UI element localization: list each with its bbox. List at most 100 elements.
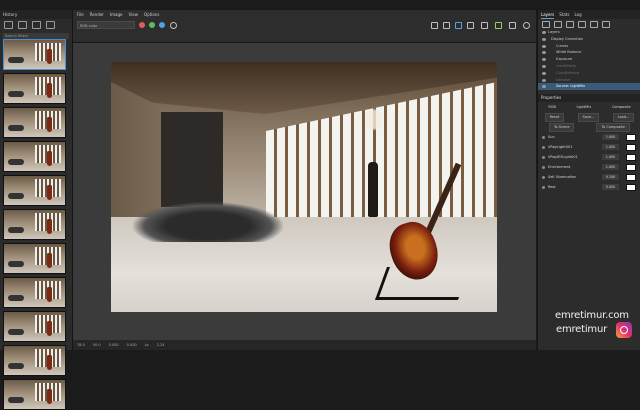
color-swatch[interactable] <box>626 143 636 151</box>
save-icon[interactable] <box>4 21 13 29</box>
reset-button[interactable]: Reset <box>544 112 565 122</box>
load-icon[interactable] <box>32 21 41 29</box>
light-label: Rest <box>548 185 556 190</box>
menu-file[interactable]: File <box>77 10 84 19</box>
save-button[interactable]: Save... <box>577 112 600 122</box>
history-thumbnail[interactable] <box>3 379 66 410</box>
color-swatch[interactable] <box>626 183 636 191</box>
radio-composite[interactable]: Composite <box>612 105 631 109</box>
tab-layers[interactable]: Layers <box>541 10 555 19</box>
layer-icon[interactable] <box>554 20 562 28</box>
layer-label: Display Correction <box>551 36 584 41</box>
to-composite-button[interactable]: To Composite <box>596 122 630 132</box>
history-thumbnail[interactable] <box>3 175 66 206</box>
track-mouse-icon[interactable] <box>455 22 462 29</box>
interactive-render-icon[interactable] <box>495 22 502 29</box>
person-silhouette <box>368 162 378 217</box>
history-title: History <box>0 10 72 19</box>
to-scene-button[interactable]: To Scene <box>549 122 575 132</box>
toggle-icon[interactable] <box>542 165 545 169</box>
menu-image[interactable]: Image <box>110 10 123 19</box>
light-value-input[interactable]: 1.000 <box>602 134 619 141</box>
eye-icon[interactable] <box>542 44 546 48</box>
eye-icon[interactable] <box>542 58 546 62</box>
layer-item[interactable]: LensEffects <box>538 63 640 70</box>
menu-view[interactable]: View <box>128 10 138 19</box>
layer-item[interactable]: ColorBalance <box>538 70 640 77</box>
layer-item[interactable]: Source: LightMix <box>538 83 640 91</box>
history-thumbnail[interactable] <box>3 39 66 70</box>
panel-tabs: Layers Stats Log <box>538 10 640 19</box>
layers-panel: Layers Stats Log Layers Display Correctio… <box>537 10 640 350</box>
clear-icon[interactable] <box>46 21 55 29</box>
mode-radio-group: RGB LightMix Composite <box>538 102 640 112</box>
layer-item[interactable]: White Balance <box>538 49 640 56</box>
blue-channel-icon[interactable] <box>159 22 165 28</box>
tab-stats[interactable]: Stats <box>559 10 569 19</box>
history-thumbnail[interactable] <box>3 73 66 104</box>
history-thumbnail[interactable] <box>3 141 66 172</box>
save-image-icon[interactable] <box>431 22 438 29</box>
undo-icon[interactable] <box>602 20 610 28</box>
layer-item[interactable]: Layers <box>538 29 640 36</box>
light-label: Sun <box>548 135 555 140</box>
render-icon[interactable] <box>523 22 530 29</box>
light-label: VRayIESLight001 <box>548 155 578 160</box>
eye-icon[interactable] <box>542 31 546 34</box>
light-value-input[interactable]: 1.000 <box>602 154 619 161</box>
green-channel-icon[interactable] <box>149 22 155 28</box>
menu-render[interactable]: Render <box>90 10 104 19</box>
lens-icon[interactable] <box>481 22 488 29</box>
radio-rgb[interactable]: RGB <box>548 105 556 109</box>
toggle-icon[interactable] <box>542 155 545 159</box>
eye-icon[interactable] <box>542 85 546 89</box>
red-channel-icon[interactable] <box>139 22 145 28</box>
radio-lightmix[interactable]: LightMix <box>577 105 592 109</box>
light-value-input[interactable]: 0.100 <box>602 174 619 181</box>
history-thumbnail[interactable] <box>3 107 66 138</box>
eye-icon[interactable] <box>542 37 546 41</box>
toggle-icon[interactable] <box>542 185 545 189</box>
load-icon[interactable] <box>578 20 586 28</box>
eye-icon[interactable] <box>542 51 546 55</box>
light-label: Environment <box>548 165 571 170</box>
history-thumbnail[interactable] <box>3 243 66 274</box>
render-viewport[interactable] <box>73 43 536 340</box>
guitar-stand <box>374 267 471 300</box>
channel-select[interactable]: RGB color <box>77 21 135 29</box>
menu-options[interactable]: Options <box>144 10 159 19</box>
tab-log[interactable]: Log <box>574 10 581 19</box>
eye-icon[interactable] <box>542 71 546 75</box>
save-icon[interactable] <box>566 20 574 28</box>
stop-render-icon[interactable] <box>509 22 516 29</box>
light-value-input[interactable]: 1.000 <box>602 164 619 171</box>
load-button[interactable]: Load... <box>612 112 635 122</box>
add-layer-icon[interactable] <box>542 20 550 28</box>
status-value: Lo <box>144 343 149 347</box>
clear-icon[interactable] <box>170 22 177 29</box>
copy-icon[interactable] <box>467 22 474 29</box>
history-thumbnail[interactable] <box>3 209 66 240</box>
region-render-icon[interactable] <box>443 22 450 29</box>
color-swatch[interactable] <box>626 153 636 161</box>
history-thumbnail[interactable] <box>3 311 66 342</box>
toggle-icon[interactable] <box>542 135 545 139</box>
history-thumbnail[interactable] <box>3 277 66 308</box>
light-value-input[interactable]: 0.000 <box>602 184 619 191</box>
color-swatch[interactable] <box>626 173 636 181</box>
history-thumbnail[interactable] <box>3 345 66 376</box>
layer-item[interactable]: Exposure <box>538 56 640 63</box>
eye-icon[interactable] <box>542 78 546 82</box>
color-swatch[interactable] <box>626 133 636 141</box>
compare-icon[interactable] <box>18 21 27 29</box>
eye-icon[interactable] <box>542 64 546 68</box>
light-slider-row: Self Illumination 0.100 <box>538 172 640 182</box>
toggle-icon[interactable] <box>542 175 545 179</box>
light-value-input[interactable]: 1.000 <box>602 144 619 151</box>
layer-item[interactable]: Denoise <box>538 77 640 84</box>
color-swatch[interactable] <box>626 163 636 171</box>
layer-item[interactable]: Display Correction <box>538 36 640 43</box>
delete-icon[interactable] <box>590 20 598 28</box>
layer-item[interactable]: Curves <box>538 43 640 50</box>
toggle-icon[interactable] <box>542 145 545 149</box>
